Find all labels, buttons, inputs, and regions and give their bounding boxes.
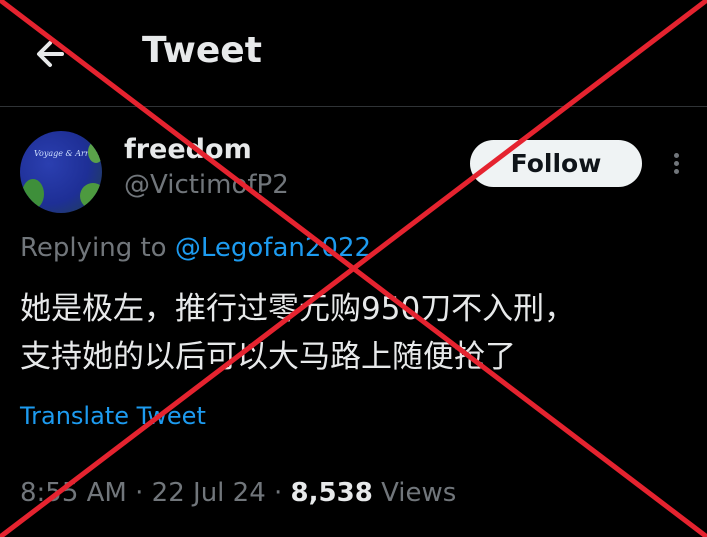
back-button[interactable] (32, 34, 72, 74)
page-title: Tweet (142, 30, 262, 71)
meta-separator: · (274, 478, 283, 508)
author-name[interactable]: freedom (124, 134, 252, 165)
meta-separator: · (135, 478, 144, 508)
views-label: Views (381, 478, 457, 508)
views-count: 8,538 (290, 478, 373, 508)
avatar[interactable]: Voyage & Arrival (20, 131, 102, 213)
tweet-meta: 8:55 AM · 22 Jul 24 · 8,538 Views (20, 478, 456, 508)
reply-mention-link[interactable]: @Legofan2022 (175, 233, 371, 263)
more-vertical-icon (673, 153, 679, 158)
arrow-left-icon (37, 41, 64, 67)
follow-button[interactable]: Follow (470, 140, 642, 187)
avatar-leaf-decoration (22, 179, 44, 209)
author-handle[interactable]: @VictimofP2 (124, 170, 289, 200)
avatar-leaf-decoration (80, 183, 102, 209)
replying-to-label: Replying to (20, 233, 167, 263)
tweet-date[interactable]: 22 Jul 24 (152, 478, 266, 508)
avatar-leaf-decoration (88, 141, 102, 163)
tweet-text: 她是极左，推行过零元购950刀不入刑， 支持她的以后可以大马路上随便抢了 (20, 285, 690, 381)
tweet-time[interactable]: 8:55 AM (20, 478, 127, 508)
translate-tweet-link[interactable]: Translate Tweet (20, 402, 206, 430)
top-bar: Tweet (0, 0, 707, 107)
tweet-text-line: 她是极左，推行过零元购950刀不入刑， (20, 291, 576, 327)
tweet-text-line: 支持她的以后可以大马路上随便抢了 (20, 339, 516, 375)
replying-to: Replying to @Legofan2022 (20, 233, 371, 263)
more-options-button[interactable] (666, 150, 686, 178)
